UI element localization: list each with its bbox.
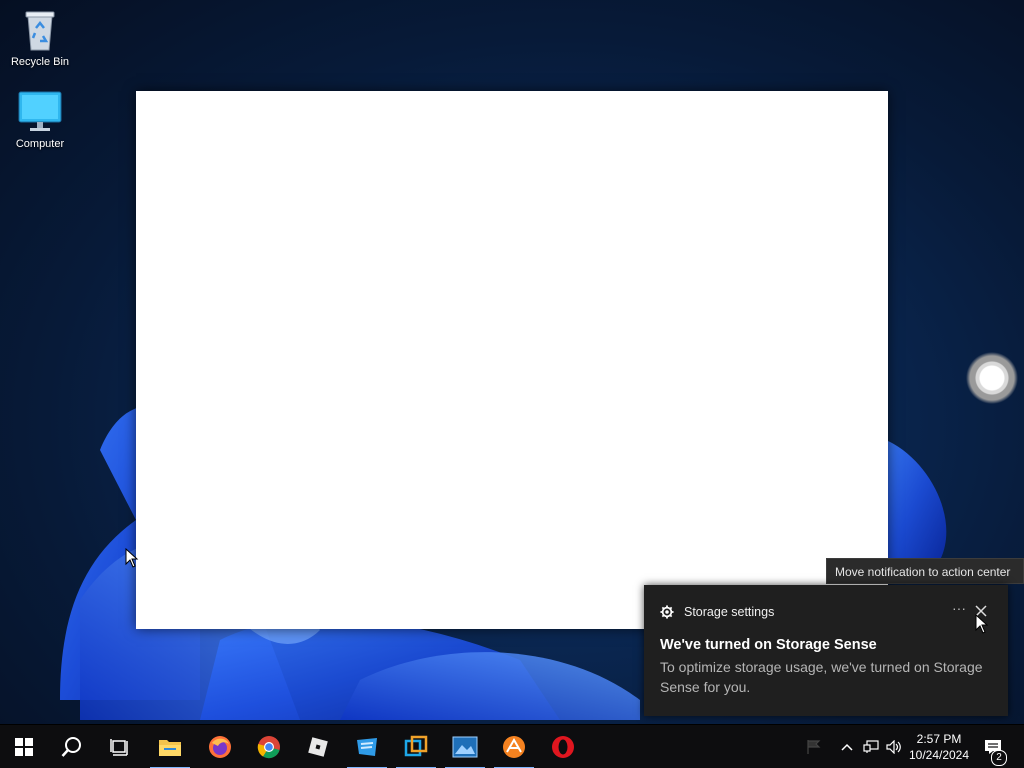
desktop-icon-label: Recycle Bin (10, 56, 70, 68)
mouse-cursor-icon (975, 614, 989, 634)
start-button[interactable] (0, 725, 48, 768)
volume-icon (886, 740, 901, 754)
orange-app-icon (503, 736, 525, 758)
taskbar-teal-app[interactable] (392, 725, 440, 768)
taskbar-blue-app[interactable] (343, 725, 391, 768)
blue-app-icon (357, 738, 377, 756)
taskbar: 2:57 PM 10/24/2024 (0, 724, 1024, 768)
taskbar-chrome[interactable] (245, 725, 293, 768)
taskbar-orange-app[interactable] (490, 725, 538, 768)
computer-icon (18, 91, 62, 131)
photo-app-icon (452, 736, 478, 758)
desktop-icon-label: Computer (15, 138, 65, 150)
taskbar-file-explorer[interactable] (146, 725, 194, 768)
toast-app-row: Storage settings (660, 604, 774, 620)
folder-icon (159, 740, 181, 756)
blank-app-window[interactable] (136, 91, 888, 629)
tray-volume[interactable] (883, 725, 905, 768)
taskbar-roblox[interactable] (294, 725, 342, 768)
task-view-button[interactable] (96, 725, 144, 768)
desktop-icon-computer[interactable]: Computer (2, 88, 78, 150)
recycle-bin-icon (25, 11, 55, 51)
toast-body: To optimize storage usage, we've turned … (660, 659, 983, 695)
roblox-icon (308, 737, 328, 757)
search-button[interactable] (48, 725, 96, 768)
teal-app-icon (404, 735, 428, 757)
taskbar-clock[interactable]: 2:57 PM 10/24/2024 (904, 731, 974, 763)
network-icon (863, 740, 879, 753)
desktop-icon-recycle-bin[interactable]: Recycle Bin (2, 6, 78, 68)
chevron-up-icon (841, 743, 853, 751)
clock-time: 2:57 PM (916, 732, 962, 746)
toast-app-name: Storage settings (684, 605, 775, 619)
mouse-cursor-icon (125, 548, 139, 568)
task-view-icon (110, 739, 128, 756)
tray-network[interactable] (860, 725, 882, 768)
chrome-icon (257, 736, 280, 759)
toast-title: We've turned on Storage Sense (660, 637, 877, 653)
taskbar-opera[interactable] (539, 725, 587, 768)
notification-count-badge: 2 (991, 750, 1007, 766)
flag-icon (807, 740, 821, 754)
notification-toast[interactable]: Storage settings ··· We've turned on Sto… (644, 585, 1008, 716)
tray-flag[interactable] (800, 725, 828, 768)
loading-ring-icon (960, 346, 1024, 410)
tooltip: Move notification to action center (826, 558, 1024, 584)
tray-show-hidden[interactable] (836, 725, 858, 768)
firefox-icon (209, 736, 231, 758)
taskbar-photo-app[interactable] (441, 725, 489, 768)
clock-date: 10/24/2024 (908, 748, 970, 762)
taskbar-firefox[interactable] (196, 725, 244, 768)
windows-logo-icon (15, 738, 33, 756)
toast-more-button[interactable]: ··· (950, 601, 968, 620)
opera-icon (552, 736, 574, 758)
gear-icon (660, 605, 674, 619)
search-icon (61, 737, 81, 757)
